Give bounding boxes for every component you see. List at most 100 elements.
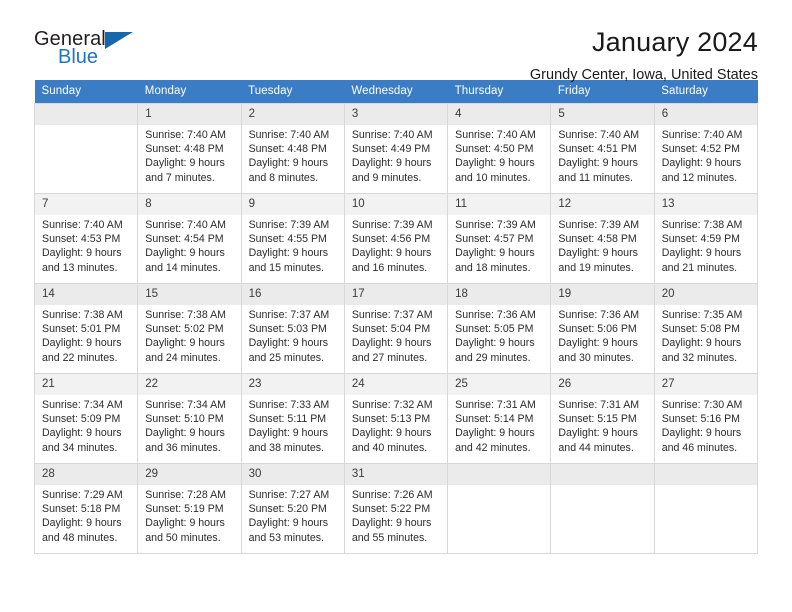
calendar-day-cell[interactable]: 9 Sunrise: 7:39 AM Sunset: 4:55 PM Daylight… [241, 193, 345, 284]
calendar-day-cell[interactable]: 15 Sunrise: 7:38 AM Sunset: 5:02 PM Dayligh… [137, 283, 242, 374]
general-blue-logo[interactable]: General Blue [34, 26, 144, 70]
day-number: 2 [241, 104, 344, 125]
sunset-text: Sunset: 5:20 PM [248, 503, 327, 516]
calendar-empty-cell [654, 463, 759, 554]
daylight-text-line1: Daylight: 9 hours [455, 337, 535, 350]
day-number [654, 464, 757, 485]
calendar-day-cell[interactable]: 24 Sunrise: 7:32 AM Sunset: 5:13 PM Dayligh… [344, 373, 449, 464]
calendar-day-cell[interactable]: 30 Sunrise: 7:27 AM Sunset: 5:20 PM Dayligh… [241, 463, 345, 554]
sunset-text: Sunset: 5:06 PM [558, 323, 637, 336]
calendar-day-cell[interactable]: 7 Sunrise: 7:40 AM Sunset: 4:53 PM Daylight… [33, 193, 139, 284]
day-info: Sunrise: 7:36 AM Sunset: 5:05 PM Daylight:… [448, 305, 550, 365]
day-info: Sunrise: 7:29 AM Sunset: 5:18 PM Daylight:… [35, 485, 137, 545]
page-title: January 2024 [591, 27, 758, 57]
sunrise-text: Sunrise: 7:40 AM [661, 129, 743, 141]
calendar-day-cell[interactable]: 10 Sunrise: 7:39 AM Sunset: 4:56 PM Dayligh… [344, 193, 449, 284]
day-number: 7 [35, 194, 138, 215]
daylight-text-line2: and 46 minutes. [661, 441, 738, 454]
day-info: Sunrise: 7:38 AM Sunset: 5:02 PM Daylight:… [138, 305, 240, 365]
weekday-header-monday: Monday [137, 80, 242, 104]
sunrise-text: Sunrise: 7:38 AM [145, 309, 226, 321]
day-info: Sunrise: 7:31 AM Sunset: 5:14 PM Daylight:… [448, 395, 550, 455]
day-number: 12 [551, 194, 654, 215]
day-info: Sunrise: 7:36 AM Sunset: 5:06 PM Daylight:… [551, 305, 653, 365]
calendar-day-cell[interactable]: 6 Sunrise: 7:40 AM Sunset: 4:52 PM Daylight… [654, 103, 759, 194]
daylight-text-line2: and 44 minutes. [558, 441, 634, 454]
sunset-text: Sunset: 4:51 PM [558, 143, 637, 156]
sunset-text: Sunset: 5:01 PM [42, 323, 121, 336]
daylight-text-line1: Daylight: 9 hours [42, 517, 122, 530]
weekday-header-sunday: Sunday [34, 80, 138, 104]
day-info: Sunrise: 7:40 AM Sunset: 4:49 PM Daylight:… [345, 125, 447, 185]
calendar-day-cell[interactable]: 4 Sunrise: 7:40 AM Sunset: 4:50 PM Daylight… [447, 103, 552, 194]
calendar-day-cell[interactable]: 8 Sunrise: 7:40 AM Sunset: 4:54 PM Daylight… [137, 193, 242, 284]
day-number: 11 [448, 194, 551, 215]
sunset-text: Sunset: 5:04 PM [351, 323, 431, 336]
day-number: 27 [654, 374, 757, 395]
day-number: 15 [138, 284, 241, 305]
calendar-day-cell[interactable]: 13 Sunrise: 7:38 AM Sunset: 4:59 PM Dayligh… [654, 193, 759, 284]
calendar-day-cell[interactable]: 26 Sunrise: 7:31 AM Sunset: 5:15 PM Dayligh… [550, 373, 655, 464]
calendar-day-cell[interactable]: 18 Sunrise: 7:36 AM Sunset: 5:05 PM Dayligh… [447, 283, 552, 374]
sunset-text: Sunset: 5:05 PM [455, 323, 534, 336]
calendar-day-cell[interactable]: 12 Sunrise: 7:39 AM Sunset: 4:58 PM Dayligh… [550, 193, 655, 284]
daylight-text-line1: Daylight: 9 hours [145, 337, 225, 350]
day-info: Sunrise: 7:34 AM Sunset: 5:10 PM Daylight:… [138, 395, 240, 455]
calendar-day-cell[interactable]: 5 Sunrise: 7:40 AM Sunset: 4:51 PM Daylight… [550, 103, 655, 194]
sunrise-text: Sunrise: 7:36 AM [455, 309, 536, 321]
calendar-day-cell[interactable]: 25 Sunrise: 7:31 AM Sunset: 5:14 PM Dayligh… [447, 373, 552, 464]
calendar-day-cell[interactable]: 1 Sunrise: 7:40 AM Sunset: 4:48 PM Daylight… [137, 103, 242, 194]
calendar-day-cell[interactable]: 21 Sunrise: 7:34 AM Sunset: 5:09 PM Dayligh… [33, 373, 139, 464]
calendar-day-cell[interactable]: 17 Sunrise: 7:37 AM Sunset: 5:04 PM Dayligh… [344, 283, 449, 374]
sunrise-text: Sunrise: 7:37 AM [351, 309, 433, 321]
sunset-text: Sunset: 5:02 PM [145, 323, 224, 336]
daylight-text-line1: Daylight: 9 hours [661, 247, 742, 260]
daylight-text-line2: and 12 minutes. [661, 171, 738, 184]
calendar-day-cell[interactable]: 16 Sunrise: 7:37 AM Sunset: 5:03 PM Dayligh… [241, 283, 345, 374]
calendar-day-cell[interactable]: 31 Sunrise: 7:26 AM Sunset: 5:22 PM Dayligh… [344, 463, 449, 554]
day-info: Sunrise: 7:32 AM Sunset: 5:13 PM Daylight:… [345, 395, 447, 455]
daylight-text-line2: and 32 minutes. [661, 351, 738, 364]
day-info: Sunrise: 7:35 AM Sunset: 5:08 PM Daylight:… [655, 305, 757, 365]
calendar-day-cell[interactable]: 28 Sunrise: 7:29 AM Sunset: 5:18 PM Dayligh… [33, 463, 139, 554]
daylight-text-line1: Daylight: 9 hours [248, 157, 329, 170]
calendar-day-cell[interactable]: 27 Sunrise: 7:30 AM Sunset: 5:16 PM Dayligh… [654, 373, 759, 464]
daylight-text-line2: and 48 minutes. [42, 531, 118, 544]
daylight-text-line1: Daylight: 9 hours [145, 247, 225, 260]
day-number: 6 [654, 104, 757, 125]
sunset-text: Sunset: 5:22 PM [351, 503, 431, 516]
day-info: Sunrise: 7:31 AM Sunset: 5:15 PM Daylight:… [551, 395, 653, 455]
calendar-day-cell[interactable]: 2 Sunrise: 7:40 AM Sunset: 4:48 PM Daylight… [241, 103, 345, 194]
calendar-day-cell[interactable]: 20 Sunrise: 7:35 AM Sunset: 5:08 PM Dayligh… [654, 283, 759, 374]
daylight-text-line2: and 27 minutes. [351, 351, 428, 364]
daylight-text-line2: and 55 minutes. [351, 531, 428, 544]
sunset-text: Sunset: 4:57 PM [455, 233, 534, 246]
day-info: Sunrise: 7:28 AM Sunset: 5:19 PM Daylight:… [138, 485, 240, 545]
logo-triangle-icon [105, 32, 133, 49]
day-info: Sunrise: 7:34 AM Sunset: 5:09 PM Daylight:… [35, 395, 137, 455]
sunrise-text: Sunrise: 7:39 AM [248, 219, 330, 231]
calendar-day-cell[interactable]: 3 Sunrise: 7:40 AM Sunset: 4:49 PM Daylight… [344, 103, 449, 194]
calendar-day-cell[interactable]: 19 Sunrise: 7:36 AM Sunset: 5:06 PM Dayligh… [550, 283, 655, 374]
daylight-text-line1: Daylight: 9 hours [42, 247, 122, 260]
calendar-day-cell[interactable]: 29 Sunrise: 7:28 AM Sunset: 5:19 PM Dayligh… [137, 463, 242, 554]
daylight-text-line2: and 42 minutes. [455, 441, 531, 454]
calendar-day-cell[interactable]: 14 Sunrise: 7:38 AM Sunset: 5:01 PM Dayligh… [33, 283, 139, 374]
daylight-text-line1: Daylight: 9 hours [661, 157, 742, 170]
logo-text-blue: Blue [58, 46, 99, 68]
daylight-text-line1: Daylight: 9 hours [351, 157, 432, 170]
daylight-text-line1: Daylight: 9 hours [351, 337, 432, 350]
day-info: Sunrise: 7:39 AM Sunset: 4:56 PM Daylight:… [345, 215, 447, 275]
sunset-text: Sunset: 5:11 PM [248, 413, 327, 426]
calendar-day-cell[interactable]: 23 Sunrise: 7:33 AM Sunset: 5:11 PM Dayligh… [241, 373, 345, 464]
daylight-text-line2: and 10 minutes. [455, 171, 531, 184]
sunset-text: Sunset: 4:59 PM [661, 233, 741, 246]
sunrise-text: Sunrise: 7:40 AM [42, 219, 123, 231]
daylight-text-line1: Daylight: 9 hours [558, 427, 638, 440]
sunrise-text: Sunrise: 7:35 AM [661, 309, 743, 321]
calendar-day-cell[interactable]: 11 Sunrise: 7:39 AM Sunset: 4:57 PM Dayligh… [447, 193, 552, 284]
daylight-text-line2: and 22 minutes. [42, 351, 118, 364]
title-block: January 2024 Grundy Center, Iowa, United… [530, 26, 758, 85]
calendar-day-cell[interactable]: 22 Sunrise: 7:34 AM Sunset: 5:10 PM Dayligh… [137, 373, 242, 464]
daylight-text-line1: Daylight: 9 hours [455, 247, 535, 260]
